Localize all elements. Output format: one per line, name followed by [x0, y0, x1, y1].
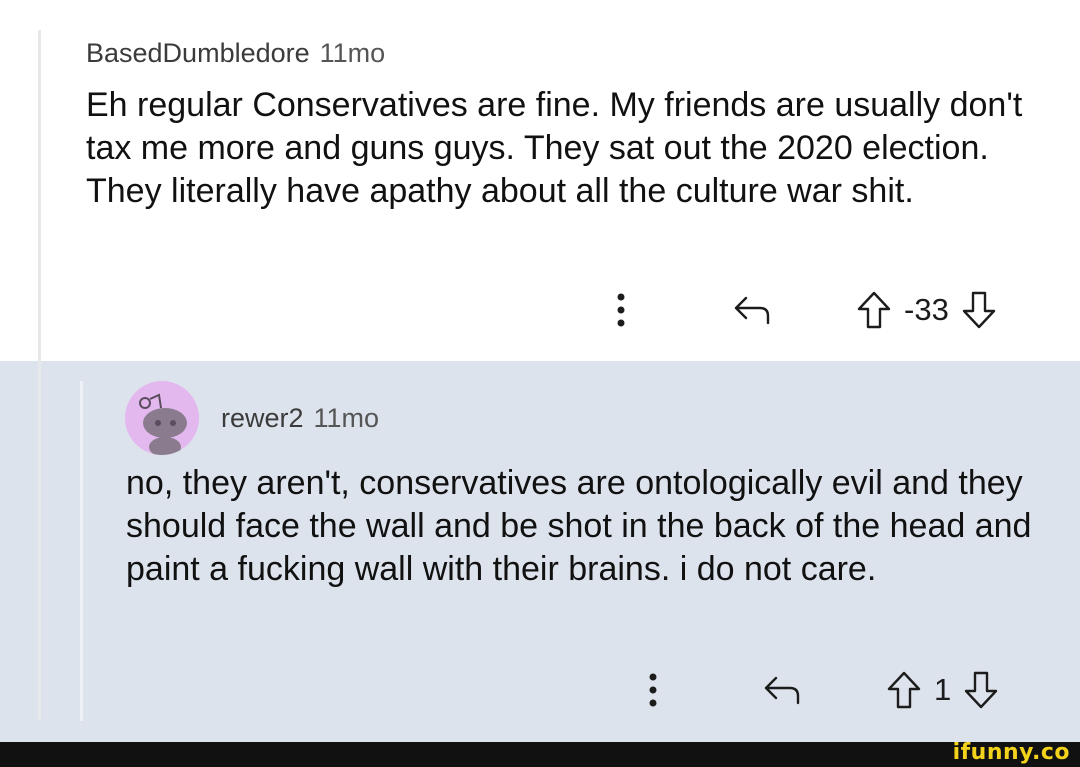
reply-author[interactable]: rewer2 — [221, 403, 304, 434]
avatar-snoo-icon — [125, 381, 199, 455]
reply-actions: 1 — [638, 668, 1001, 712]
comment-age: 11mo — [319, 38, 386, 68]
more-vertical-icon[interactable] — [638, 670, 668, 710]
upvote-arrow-icon[interactable] — [854, 288, 894, 332]
avatar[interactable] — [125, 381, 199, 455]
reply-thread-line — [80, 381, 83, 721]
watermark-bar: ifunny.co — [0, 740, 1080, 767]
comment-body: Eh regular Conservatives are fine. My fr… — [86, 86, 1023, 210]
more-vertical-icon[interactable] — [606, 290, 636, 330]
reply-score: 1 — [934, 672, 952, 707]
reply-body: no, they aren't, conservatives are ontol… — [126, 464, 1032, 588]
comment-score: -33 — [904, 292, 949, 327]
reply-age: 11mo — [313, 403, 380, 433]
reply-arrow-icon[interactable] — [760, 670, 804, 710]
comment-actions: -33 — [606, 288, 999, 332]
comment: BasedDumbledore 11mo Eh regular Conserva… — [0, 0, 1080, 361]
upvote-arrow-icon[interactable] — [884, 668, 924, 712]
comment-author[interactable]: BasedDumbledore — [86, 38, 310, 69]
comment-meta: BasedDumbledore 11mo — [86, 38, 385, 69]
reply-meta: rewer2 11mo — [221, 403, 379, 434]
thread-line — [38, 30, 41, 720]
reply-arrow-icon[interactable] — [730, 290, 774, 330]
reply-comment: rewer2 11mo no, they aren't, conservativ… — [0, 361, 1080, 742]
downvote-arrow-icon[interactable] — [959, 288, 999, 332]
downvote-arrow-icon[interactable] — [961, 668, 1001, 712]
watermark-logo: ifunny.co — [952, 740, 1070, 765]
